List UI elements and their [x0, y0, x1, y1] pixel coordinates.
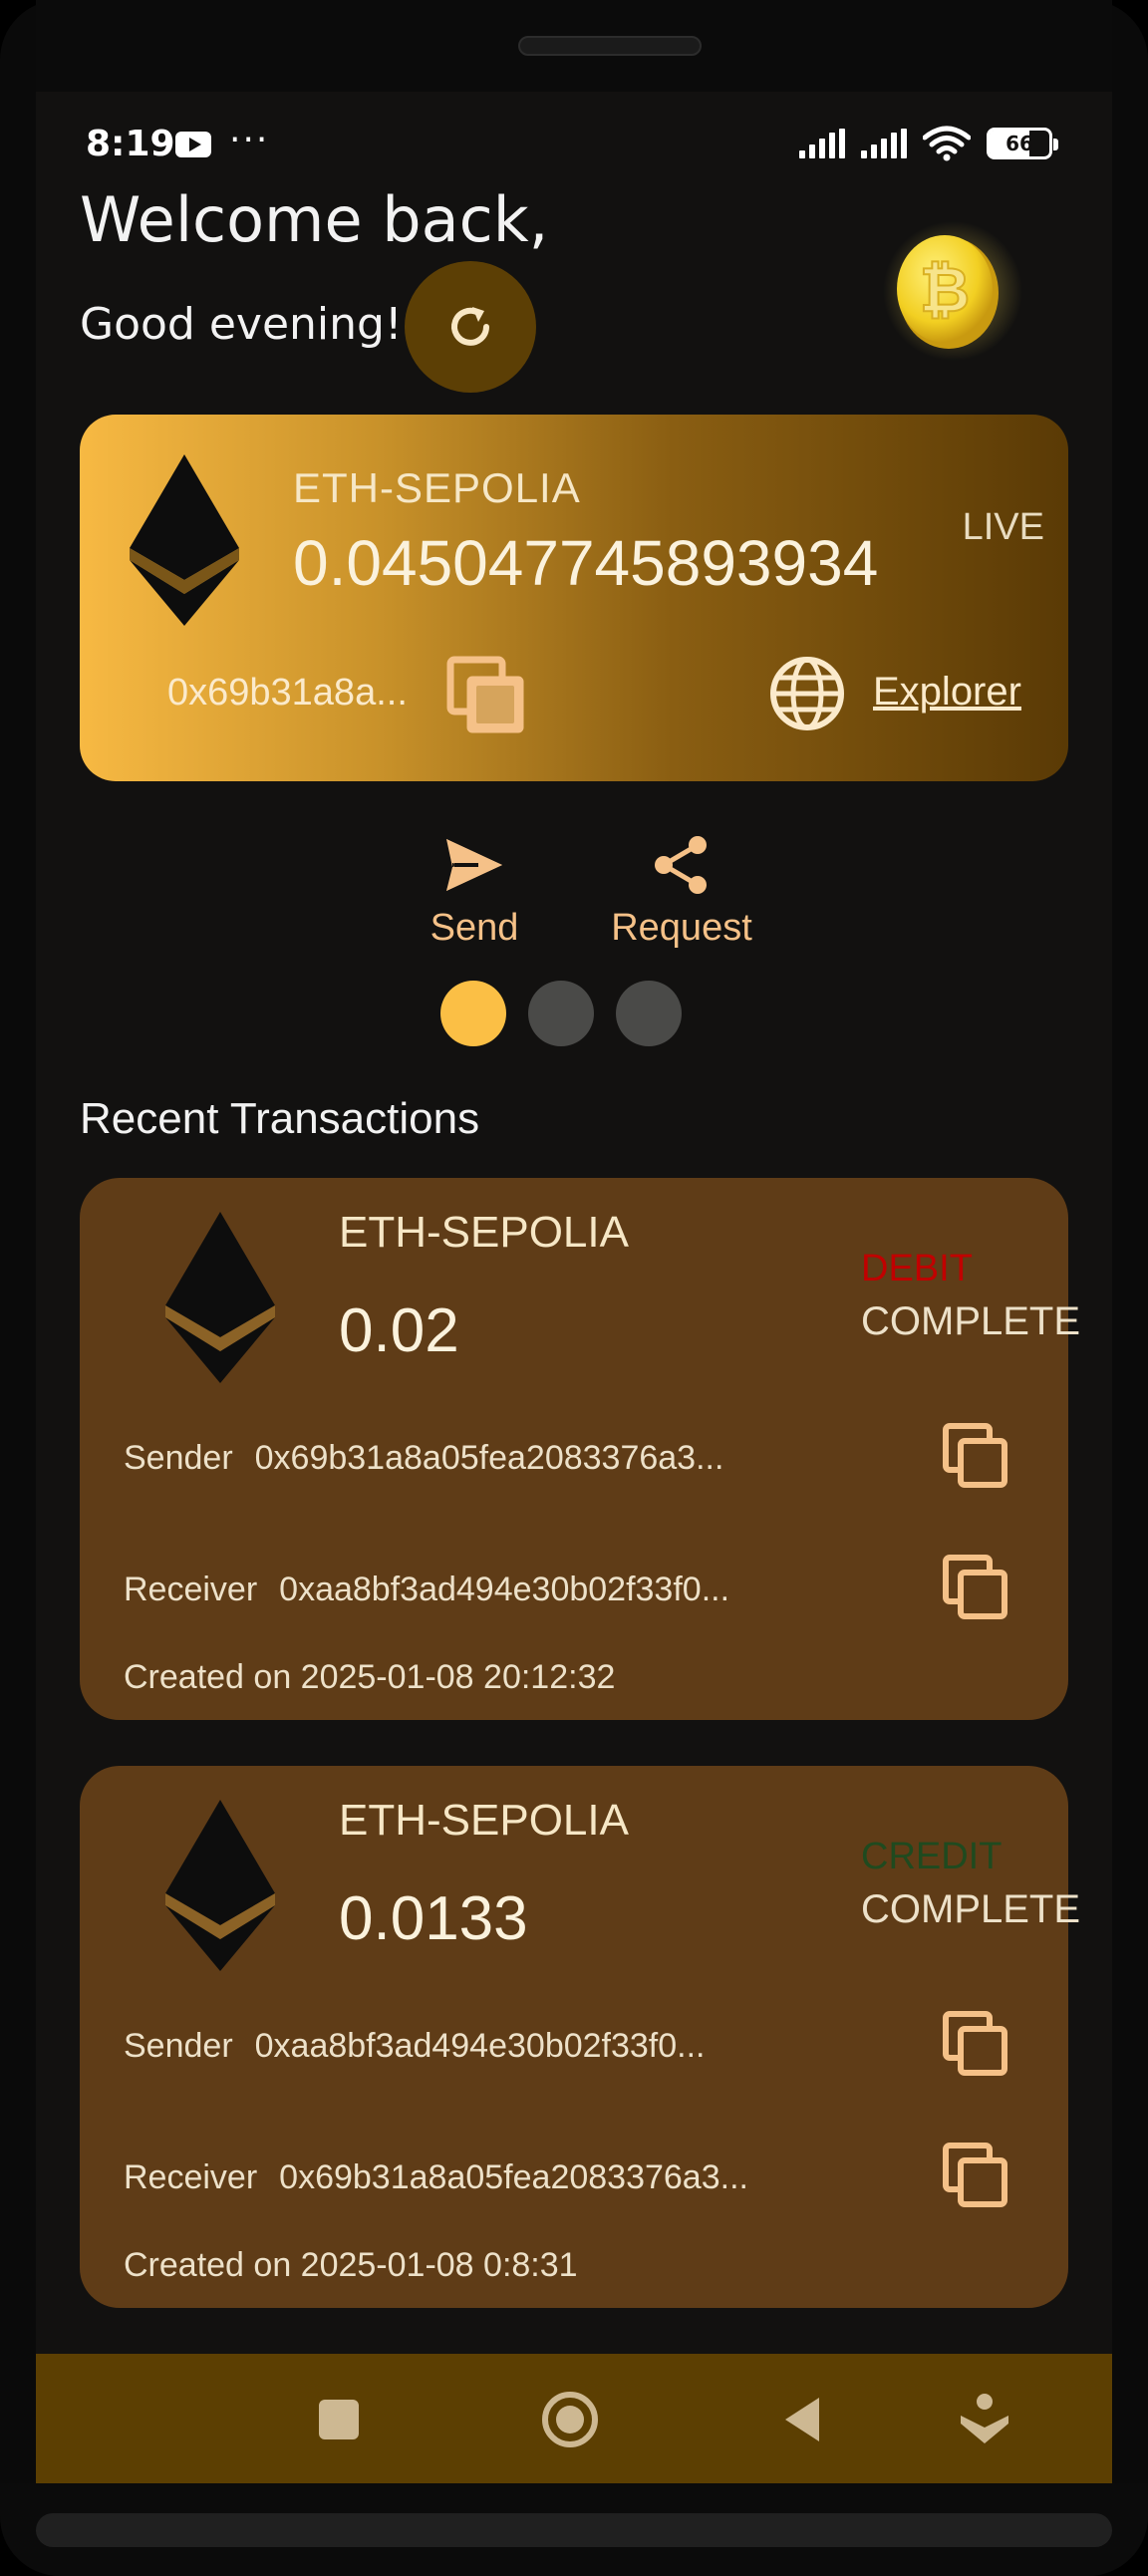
app-screen: 8:19 ··· 66 Welcome back, Good evening! …	[36, 92, 1112, 2483]
sender-label: Sender	[124, 1439, 233, 1477]
system-nav-bar	[36, 2354, 1112, 2483]
sender-address: 0x69b31a8a05fea2083376a3...	[254, 1439, 724, 1477]
request-button[interactable]: Request	[582, 833, 781, 950]
receiver-label: Receiver	[124, 1571, 258, 1608]
receiver-address: 0xaa8bf3ad494e30b02f33f0...	[279, 1571, 730, 1608]
youtube-notification-icon	[175, 132, 211, 157]
wallet-address: 0x69b31a8a...	[167, 672, 408, 714]
home-button[interactable]	[538, 2388, 602, 2451]
transaction-status: COMPLETE	[861, 1887, 1081, 1931]
receiver-row: Receiver 0x69b31a8a05fea2083376a3...	[124, 2158, 748, 2197]
wallet-status-badge: LIVE	[962, 506, 1044, 548]
copy-sender-button[interactable]	[941, 2009, 1010, 2079]
battery-level: 66	[1005, 132, 1033, 155]
pager-dot-3[interactable]	[616, 981, 682, 1046]
wallet-network: ETH-SEPOLIA	[293, 464, 581, 511]
sender-address: 0xaa8bf3ad494e30b02f33f0...	[254, 2027, 706, 2065]
request-label: Request	[611, 907, 752, 949]
transaction-status: COMPLETE	[861, 1299, 1081, 1343]
receiver-address: 0x69b31a8a05fea2083376a3...	[279, 2158, 748, 2196]
transaction-type: CREDIT	[861, 1836, 1003, 1877]
send-icon	[446, 839, 502, 891]
transaction-amount: 0.0133	[339, 1884, 528, 1953]
wifi-icon	[923, 126, 971, 161]
transaction-created: Created on 2025-01-08 0:8:31	[124, 2246, 578, 2284]
refresh-button[interactable]	[405, 261, 536, 393]
recent-transactions-title: Recent Transactions	[80, 1094, 480, 1143]
card-pager	[440, 981, 682, 1046]
transaction-network: ETH-SEPOLIA	[339, 1208, 629, 1257]
bitcoin-coin-icon[interactable]: ₿	[883, 221, 1022, 361]
transaction-card[interactable]: ETH-SEPOLIA 0.02 DEBIT COMPLETE Sender 0…	[80, 1178, 1080, 1720]
greeting-text: Good evening!	[80, 299, 403, 350]
receiver-label: Receiver	[124, 2158, 258, 2196]
recents-button[interactable]	[307, 2388, 371, 2451]
copy-receiver-button[interactable]	[941, 2141, 1010, 2210]
explorer-link[interactable]: Explorer	[873, 670, 1021, 715]
ethereum-logo-icon	[165, 1800, 275, 1971]
signal-icon	[799, 129, 845, 158]
sender-label: Sender	[124, 2027, 233, 2065]
phone-bottom-bezel	[0, 2483, 1148, 2576]
phone-top-bezel	[36, 0, 1112, 92]
wallet-balance: 0.045047745893934	[293, 527, 879, 599]
pager-dot-1[interactable]	[440, 981, 506, 1046]
accessibility-button[interactable]	[953, 2388, 1016, 2451]
sender-row: Sender 0xaa8bf3ad494e30b02f33f0...	[124, 2027, 706, 2066]
svg-text:₿: ₿	[920, 253, 971, 326]
ethereum-logo-icon	[165, 1212, 275, 1383]
phone-frame: 8:19 ··· 66 Welcome back, Good evening! …	[0, 0, 1148, 2576]
signal-icon-2	[861, 129, 907, 158]
transaction-created: Created on 2025-01-08 20:12:32	[124, 1658, 616, 1696]
back-button[interactable]	[771, 2388, 835, 2451]
copy-sender-button[interactable]	[941, 1421, 1010, 1491]
sender-row: Sender 0x69b31a8a05fea2083376a3...	[124, 1439, 723, 1478]
status-icons: 66	[799, 126, 1058, 161]
wallet-card[interactable]: ETH-SEPOLIA 0.045047745893934 LIVE 0x69b…	[80, 415, 1068, 781]
pager-dot-2[interactable]	[528, 981, 594, 1046]
welcome-title: Welcome back,	[80, 183, 549, 256]
transaction-network: ETH-SEPOLIA	[339, 1796, 629, 1845]
speaker-grille	[518, 36, 702, 56]
phone-chin	[36, 2513, 1112, 2547]
globe-icon[interactable]	[767, 654, 847, 733]
status-time: 8:19	[86, 124, 175, 164]
send-label: Send	[430, 907, 519, 949]
copy-receiver-button[interactable]	[941, 1553, 1010, 1622]
receiver-row: Receiver 0xaa8bf3ad494e30b02f33f0...	[124, 1571, 729, 1609]
transaction-type: DEBIT	[861, 1248, 973, 1289]
transaction-card[interactable]: ETH-SEPOLIA 0.0133 CREDIT COMPLETE Sende…	[80, 1766, 1080, 2308]
send-button[interactable]: Send	[405, 833, 544, 950]
share-icon	[655, 836, 707, 894]
copy-address-button[interactable]	[444, 654, 528, 737]
refresh-icon	[451, 307, 489, 346]
ethereum-logo-icon	[130, 454, 239, 626]
more-notifications-icon: ···	[229, 120, 270, 160]
transaction-amount: 0.02	[339, 1296, 459, 1365]
battery-icon: 66	[987, 128, 1058, 159]
